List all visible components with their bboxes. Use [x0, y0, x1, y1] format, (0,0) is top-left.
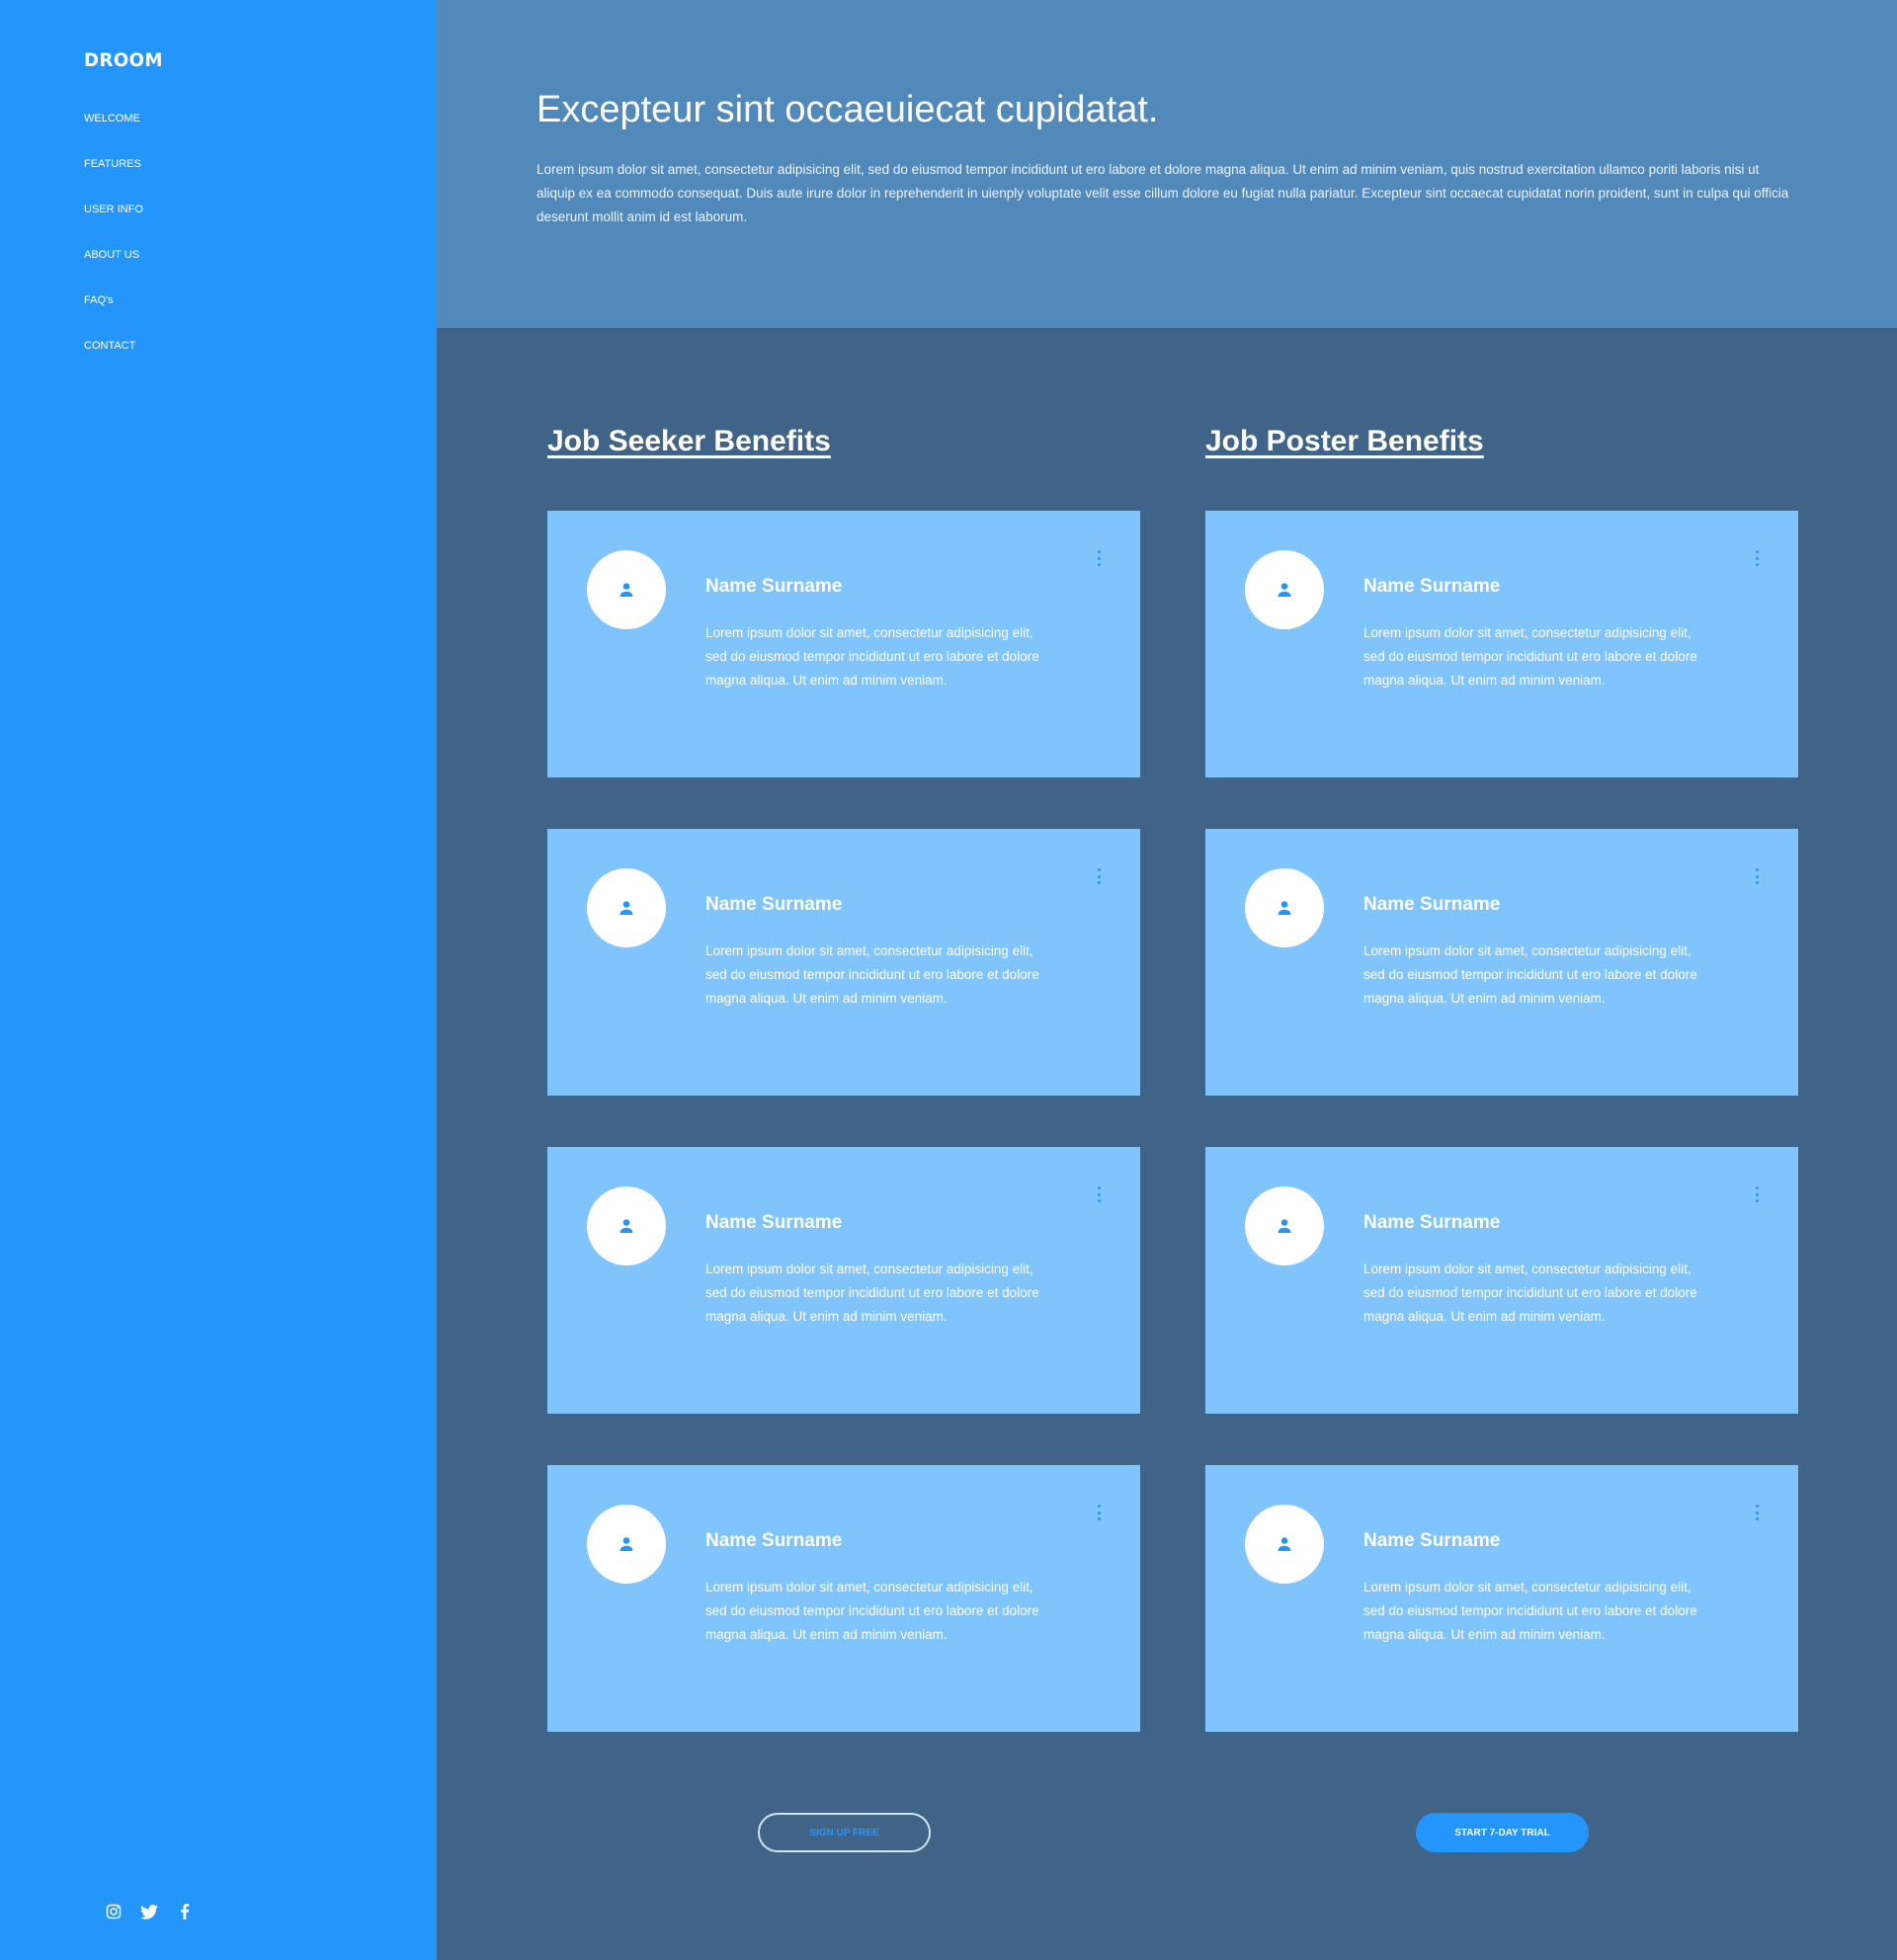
- poster-card: Name Surname Lorem ipsum dolor sit amet,…: [1205, 511, 1798, 777]
- card-name: Name Surname: [1363, 576, 1501, 597]
- sidebar-nav: WELCOME FEATURES USER INFO ABOUT US FAQ'…: [84, 109, 143, 381]
- avatar: [1245, 550, 1324, 629]
- card-name: Name Surname: [1363, 1530, 1501, 1551]
- facebook-icon[interactable]: [176, 1903, 194, 1920]
- seeker-card: Name Surname Lorem ipsum dolor sit amet,…: [547, 1147, 1140, 1414]
- user-icon: [1278, 1219, 1291, 1233]
- card-text: Lorem ipsum dolor sit amet, consectetur …: [1363, 1262, 1697, 1324]
- nav-link-user-info[interactable]: USER INFO: [84, 202, 143, 217]
- card-text: Lorem ipsum dolor sit amet, consectetur …: [1363, 625, 1697, 688]
- nav-item-user-info: USER INFO: [84, 200, 143, 245]
- nav-item-contact: CONTACT: [84, 336, 143, 381]
- hero-title: Excepteur sint occaeuiecat cupidatat.: [536, 89, 1159, 130]
- card-text: Lorem ipsum dolor sit amet, consectetur …: [705, 625, 1039, 688]
- user-icon: [1278, 1537, 1291, 1551]
- avatar: [587, 550, 666, 629]
- card-text: Lorem ipsum dolor sit amet, consectetur …: [705, 1262, 1039, 1324]
- nav-link-features[interactable]: FEATURES: [84, 156, 141, 172]
- poster-card: Name Surname Lorem ipsum dolor sit amet,…: [1205, 1465, 1798, 1732]
- nav-link-welcome[interactable]: WELCOME: [84, 111, 140, 126]
- more-options-icon[interactable]: [1093, 1184, 1105, 1204]
- more-options-icon[interactable]: [1751, 1184, 1763, 1204]
- nav-link-faqs[interactable]: FAQ's: [84, 292, 114, 308]
- avatar: [1245, 1186, 1324, 1266]
- more-options-icon[interactable]: [1751, 548, 1763, 568]
- card-name: Name Surname: [705, 576, 843, 597]
- more-options-icon[interactable]: [1751, 1503, 1763, 1522]
- more-options-icon[interactable]: [1093, 866, 1105, 886]
- card-text: Lorem ipsum dolor sit amet, consectetur …: [1363, 1580, 1697, 1642]
- more-options-icon[interactable]: [1093, 548, 1105, 568]
- more-options-icon[interactable]: [1751, 866, 1763, 886]
- logo[interactable]: DROOM: [84, 49, 163, 71]
- poster-card: Name Surname Lorem ipsum dolor sit amet,…: [1205, 1147, 1798, 1414]
- nav-item-welcome: WELCOME: [84, 109, 143, 154]
- card-name: Name Surname: [1363, 894, 1501, 915]
- job-seeker-title[interactable]: Job Seeker Benefits: [547, 425, 831, 458]
- seeker-card: Name Surname Lorem ipsum dolor sit amet,…: [547, 511, 1140, 777]
- nav-item-about-us: ABOUT US: [84, 245, 143, 290]
- nav-link-contact[interactable]: CONTACT: [84, 338, 135, 354]
- hero-text: Lorem ipsum dolor sit amet, consectetur …: [536, 162, 1789, 224]
- sidebar: DROOM WELCOME FEATURES USER INFO ABOUT U…: [0, 0, 437, 1960]
- nav-item-features: FEATURES: [84, 154, 143, 200]
- hero-section: Excepteur sint occaeuiecat cupidatat. Lo…: [437, 0, 1897, 329]
- user-icon: [619, 1537, 633, 1551]
- instagram-icon[interactable]: [105, 1903, 123, 1920]
- card-name: Name Surname: [705, 894, 843, 915]
- seeker-card: Name Surname Lorem ipsum dolor sit amet,…: [547, 829, 1140, 1096]
- card-text: Lorem ipsum dolor sit amet, consectetur …: [705, 943, 1039, 1006]
- user-icon: [1278, 583, 1291, 597]
- avatar: [587, 868, 666, 947]
- avatar: [1245, 868, 1324, 947]
- avatar: [587, 1505, 666, 1584]
- avatar: [587, 1186, 666, 1266]
- start-trial-button[interactable]: START 7-DAY TRIAL: [1416, 1813, 1589, 1852]
- card-name: Name Surname: [1363, 1212, 1501, 1233]
- nav-item-faqs: FAQ's: [84, 290, 143, 336]
- poster-card: Name Surname Lorem ipsum dolor sit amet,…: [1205, 829, 1798, 1096]
- social-links: [105, 1903, 194, 1920]
- more-options-icon[interactable]: [1093, 1503, 1105, 1522]
- sign-up-free-button[interactable]: SIGN UP FREE: [758, 1813, 931, 1852]
- user-icon: [619, 1219, 633, 1233]
- nav-link-about-us[interactable]: ABOUT US: [84, 247, 139, 263]
- avatar: [1245, 1505, 1324, 1584]
- card-text: Lorem ipsum dolor sit amet, consectetur …: [1363, 943, 1697, 1006]
- card-text: Lorem ipsum dolor sit amet, consectetur …: [705, 1580, 1039, 1642]
- job-poster-title[interactable]: Job Poster Benefits: [1205, 425, 1484, 458]
- card-name: Name Surname: [705, 1530, 843, 1551]
- seeker-card: Name Surname Lorem ipsum dolor sit amet,…: [547, 1465, 1140, 1732]
- user-icon: [619, 583, 633, 597]
- twitter-icon[interactable]: [140, 1903, 158, 1920]
- user-icon: [619, 901, 633, 915]
- card-name: Name Surname: [705, 1212, 843, 1233]
- user-icon: [1278, 901, 1291, 915]
